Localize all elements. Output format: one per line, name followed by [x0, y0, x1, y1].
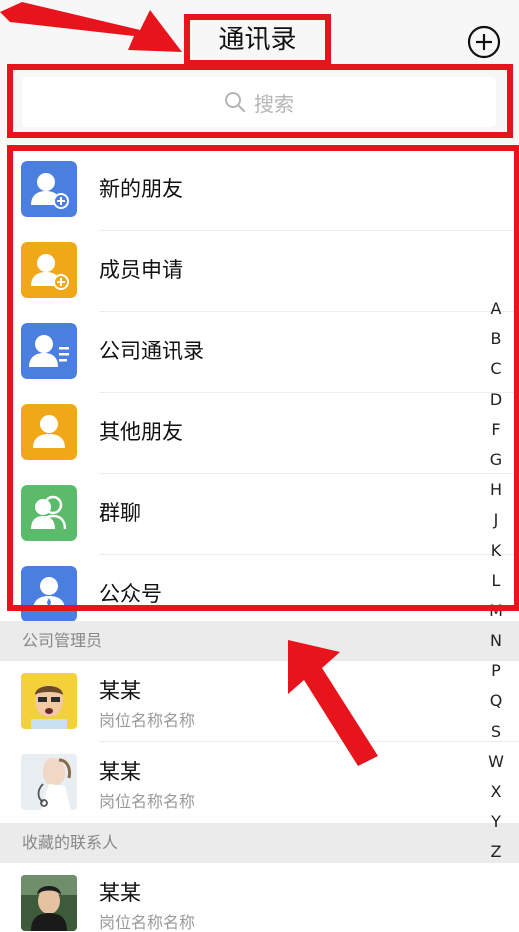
index-letter[interactable]: N: [484, 626, 508, 656]
user-add-icon: [21, 161, 77, 217]
user-icon: [21, 404, 77, 460]
index-letter[interactable]: B: [484, 324, 508, 354]
official-account-icon: [21, 566, 77, 622]
section-header-favorites: 收藏的联系人: [0, 823, 519, 863]
search-placeholder: 搜索: [254, 91, 294, 116]
avatar: [21, 673, 77, 729]
user-list-icon: [21, 323, 77, 379]
index-letter[interactable]: C: [484, 354, 508, 384]
contacts-page: 通讯录 搜索 新的朋友 成员申请 公司通讯录 其他朋友 群聊 公众号 公司管理员…: [0, 0, 519, 932]
section-header-admins: 公司管理员: [0, 621, 519, 661]
contact-row[interactable]: 某某 岗位名称名称: [0, 661, 519, 742]
search-area: 搜索: [0, 64, 519, 144]
index-letter[interactable]: D: [484, 385, 508, 415]
function-label: 公司通讯录: [99, 339, 204, 363]
function-label: 新的朋友: [99, 177, 183, 201]
index-letter[interactable]: J: [484, 505, 508, 535]
add-circle-icon[interactable]: [466, 24, 502, 60]
group-icon: [21, 485, 77, 541]
index-letter[interactable]: L: [484, 566, 508, 596]
function-list: 新的朋友 成员申请 公司通讯录 其他朋友 群聊 公众号: [0, 150, 519, 636]
avatar: [21, 754, 77, 810]
index-letter[interactable]: K: [484, 536, 508, 566]
group-chats-item[interactable]: 群聊: [0, 474, 519, 555]
contact-row[interactable]: 某某 岗位名称名称: [0, 742, 519, 823]
contact-name: 某某: [99, 760, 141, 784]
contact-role: 岗位名称名称: [99, 913, 196, 932]
user-add-icon: [21, 242, 77, 298]
search-input[interactable]: 搜索: [22, 77, 496, 127]
avatar: [21, 875, 77, 931]
function-label: 群聊: [99, 501, 141, 525]
index-letter[interactable]: X: [484, 777, 508, 807]
index-letter[interactable]: P: [484, 656, 508, 686]
function-label: 成员申请: [99, 258, 183, 282]
contact-row[interactable]: 某某 岗位名称名称: [0, 863, 519, 932]
index-letter[interactable]: Q: [484, 686, 508, 716]
index-letter[interactable]: S: [484, 717, 508, 747]
index-letter[interactable]: F: [484, 415, 508, 445]
index-letter[interactable]: Z: [484, 837, 508, 867]
index-letter[interactable]: A: [484, 294, 508, 324]
company-directory-item[interactable]: 公司通讯录: [0, 312, 519, 393]
index-letter[interactable]: M: [484, 596, 508, 626]
contact-name: 某某: [99, 679, 141, 703]
index-letter[interactable]: G: [484, 445, 508, 475]
other-friends-item[interactable]: 其他朋友: [0, 393, 519, 474]
contact-role: 岗位名称名称: [99, 792, 196, 811]
index-letter[interactable]: H: [484, 475, 508, 505]
index-letter[interactable]: Y: [484, 807, 508, 837]
contact-name: 某某: [99, 881, 141, 905]
member-requests-item[interactable]: 成员申请: [0, 231, 519, 312]
index-letter[interactable]: W: [484, 747, 508, 777]
search-icon: [225, 92, 246, 113]
page-title: 通讯录: [218, 25, 297, 55]
function-label: 其他朋友: [99, 420, 183, 444]
alphabet-index[interactable]: A B C D F G H J K L M N P Q S W X Y Z: [484, 294, 508, 868]
contact-role: 岗位名称名称: [99, 711, 196, 730]
new-friends-item[interactable]: 新的朋友: [0, 150, 519, 231]
